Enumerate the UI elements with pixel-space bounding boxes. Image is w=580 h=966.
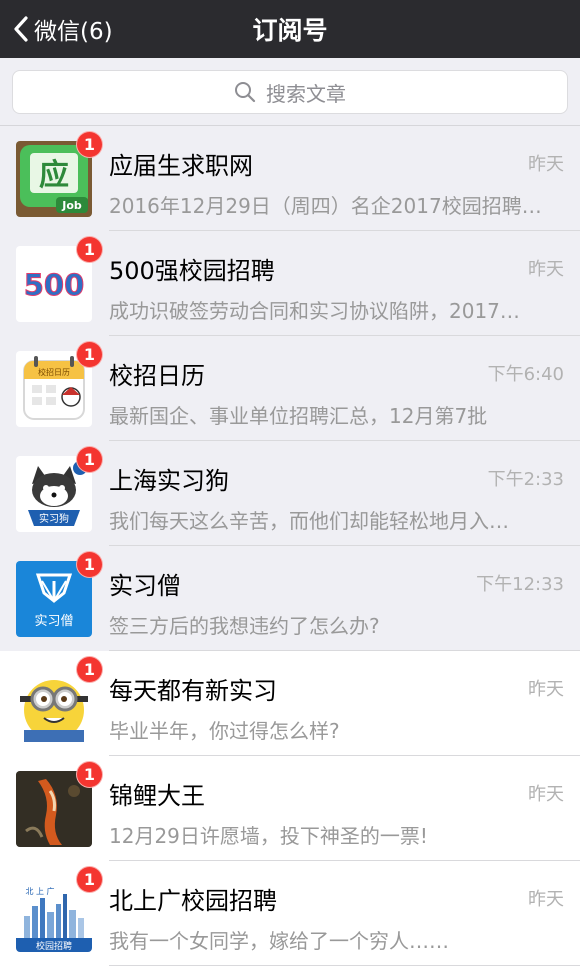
svg-text:校园招聘: 校园招聘 bbox=[36, 940, 72, 952]
timestamp: 昨天 bbox=[528, 679, 564, 700]
list-item[interactable]: 校招日历 1 校招日历 下午6:40 最新国企、事业单位招聘汇总，12月第7批 bbox=[0, 336, 580, 441]
account-name: 上海实习狗 bbox=[109, 467, 229, 495]
message-preview: 我们每天这么辛苦，而他们却能轻松地月入… bbox=[109, 509, 509, 533]
unread-badge: 1 bbox=[76, 866, 103, 893]
navigation-bar: 微信(6) 订阅号 bbox=[0, 0, 580, 58]
search-placeholder: 搜索文章 bbox=[266, 81, 346, 106]
timestamp: 下午2:33 bbox=[487, 469, 564, 490]
search-input[interactable]: 搜索文章 bbox=[12, 70, 568, 114]
message-preview: 签三方后的我想违约了怎么办? bbox=[109, 614, 380, 638]
timestamp: 昨天 bbox=[528, 889, 564, 910]
list-item[interactable]: 应 Job 1 应届生求职网 昨天 2016年12月29日（周四）名企2017校… bbox=[0, 126, 580, 231]
account-name: 实习僧 bbox=[109, 572, 181, 600]
account-name: 500强校园招聘 bbox=[109, 257, 275, 285]
back-button[interactable]: 微信(6) bbox=[12, 0, 113, 58]
unread-badge: 1 bbox=[76, 131, 103, 158]
unread-badge: 1 bbox=[76, 236, 103, 263]
message-preview: 2016年12月29日（周四）名企2017校园招聘… bbox=[109, 194, 542, 218]
unread-badge: 1 bbox=[76, 551, 103, 578]
list-item[interactable]: 1 锦鲤大王 昨天 12月29日许愿墙，投下神圣的一票! bbox=[0, 756, 580, 861]
account-name: 每天都有新实习 bbox=[109, 677, 277, 705]
svg-text:校招日历: 校招日历 bbox=[38, 367, 70, 377]
unread-badge: 1 bbox=[76, 446, 103, 473]
svg-text:实习狗: 实习狗 bbox=[39, 512, 69, 525]
list-item[interactable]: 1 每天都有新实习 昨天 毕业半年，你过得怎么样? bbox=[0, 651, 580, 756]
unread-badge: 1 bbox=[76, 761, 103, 788]
chevron-left-icon bbox=[14, 16, 28, 42]
svg-text:实习僧: 实习僧 bbox=[34, 614, 73, 629]
account-name: 应届生求职网 bbox=[109, 152, 253, 180]
account-name: 锦鲤大王 bbox=[109, 782, 205, 810]
timestamp: 下午6:40 bbox=[487, 364, 564, 385]
timestamp: 昨天 bbox=[528, 784, 564, 805]
unread-badge: 1 bbox=[76, 341, 103, 368]
message-preview: 毕业半年，你过得怎么样? bbox=[109, 719, 340, 743]
list-item[interactable]: 实习狗 1 上海实习狗 下午2:33 我们每天这么辛苦，而他们却能轻松地月入… bbox=[0, 441, 580, 546]
list-item[interactable]: 实习僧 1 实习僧 下午12:33 签三方后的我想违约了怎么办? bbox=[0, 546, 580, 651]
timestamp: 昨天 bbox=[528, 259, 564, 280]
unread-badge: 1 bbox=[76, 656, 103, 683]
list-item[interactable]: 北 上 广 校园招聘 1 北上广校园招聘 昨天 我有一个女同学，嫁给了一个穷人…… bbox=[0, 861, 580, 966]
list-item[interactable]: 500 1 500强校园招聘 昨天 成功识破签劳动合同和实习协议陷阱，2017… bbox=[0, 231, 580, 336]
message-preview: 12月29日许愿墙，投下神圣的一票! bbox=[109, 824, 428, 848]
subscription-list: 应 Job 1 应届生求职网 昨天 2016年12月29日（周四）名企2017校… bbox=[0, 126, 580, 966]
svg-text:Job: Job bbox=[61, 199, 82, 212]
back-label: 微信(6) bbox=[34, 19, 113, 45]
svg-text:应: 应 bbox=[39, 158, 69, 193]
search-icon bbox=[235, 82, 256, 103]
search-area: 搜索文章 bbox=[0, 58, 580, 126]
timestamp: 昨天 bbox=[528, 154, 564, 175]
account-name: 校招日历 bbox=[109, 362, 205, 390]
timestamp: 下午12:33 bbox=[476, 574, 564, 595]
message-preview: 成功识破签劳动合同和实习协议陷阱，2017… bbox=[109, 299, 520, 323]
message-preview: 最新国企、事业单位招聘汇总，12月第7批 bbox=[109, 404, 488, 428]
account-name: 北上广校园招聘 bbox=[109, 887, 277, 915]
svg-text:500: 500 bbox=[24, 268, 85, 302]
svg-text:北 上 广: 北 上 广 bbox=[25, 886, 54, 896]
